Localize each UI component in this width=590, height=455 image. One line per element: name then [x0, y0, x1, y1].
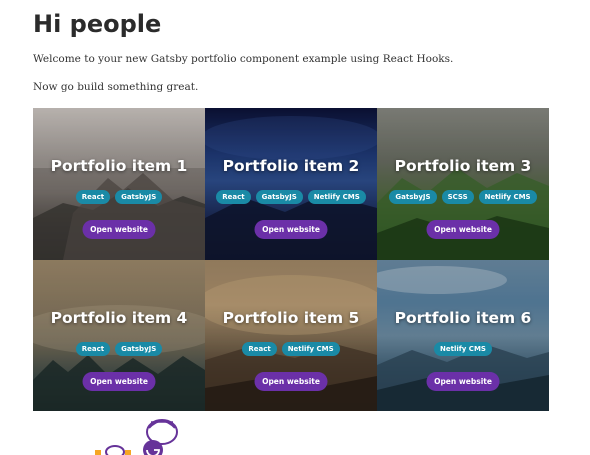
tag-list: React GatsbyJS — [33, 190, 205, 204]
portfolio-card: Portfolio item 1 React GatsbyJS Open web… — [33, 108, 205, 260]
gatsby-astronaut-icon — [95, 419, 178, 455]
tag-badge: SCSS — [441, 190, 474, 204]
tag-badge: React — [75, 342, 111, 356]
tag-badge: React — [75, 190, 111, 204]
portfolio-item-title: Portfolio item 5 — [222, 309, 360, 327]
tag-badge: GatsbyJS — [115, 342, 163, 356]
portfolio-item-title: Portfolio item 3 — [394, 157, 532, 175]
tag-badge: Netlify CMS — [478, 190, 537, 204]
portfolio-item-title: Portfolio item 2 — [222, 157, 360, 175]
portfolio-card: Portfolio item 3 GatsbyJS SCSS Netlify C… — [377, 108, 549, 260]
tag-badge: GatsbyJS — [389, 190, 437, 204]
tag-list: React Netlify CMS — [205, 342, 377, 356]
page-title: Hi people — [33, 10, 162, 38]
portfolio-card: Portfolio item 5 React Netlify CMS Open … — [205, 260, 377, 411]
portfolio-card: Portfolio item 2 React GatsbyJS Netlify … — [205, 108, 377, 260]
portfolio-card: Portfolio item 6 Netlify CMS Open websit… — [377, 260, 549, 411]
portfolio-card: Portfolio item 4 React GatsbyJS Open web… — [33, 260, 205, 411]
open-website-button[interactable]: Open website — [82, 220, 156, 239]
open-website-button[interactable]: Open website — [426, 220, 500, 239]
open-website-button[interactable]: Open website — [82, 372, 156, 391]
portfolio-item-title: Portfolio item 1 — [50, 157, 188, 175]
cta-text: Now go build something great. — [33, 81, 199, 93]
portfolio-item-title: Portfolio item 4 — [50, 309, 188, 327]
tag-badge: Netlify CMS — [434, 342, 492, 356]
open-website-button[interactable]: Open website — [254, 372, 328, 391]
tag-badge: React — [216, 190, 251, 204]
tag-list: GatsbyJS SCSS Netlify CMS — [377, 190, 549, 204]
portfolio-grid: Portfolio item 1 React GatsbyJS Open web… — [33, 108, 549, 411]
tag-list: Netlify CMS — [377, 342, 549, 356]
tag-list: React GatsbyJS Netlify CMS — [205, 190, 377, 204]
tag-badge: Netlify CMS — [307, 190, 366, 204]
open-website-button[interactable]: Open website — [426, 372, 500, 391]
tag-badge: Netlify CMS — [281, 342, 340, 356]
tag-badge: GatsbyJS — [115, 190, 163, 204]
portfolio-item-title: Portfolio item 6 — [394, 309, 532, 327]
tag-badge: React — [242, 342, 277, 356]
open-website-button[interactable]: Open website — [254, 220, 328, 239]
tag-badge: GatsbyJS — [255, 190, 303, 204]
intro-text: Welcome to your new Gatsby portfolio com… — [33, 53, 454, 65]
tag-list: React GatsbyJS — [33, 342, 205, 356]
